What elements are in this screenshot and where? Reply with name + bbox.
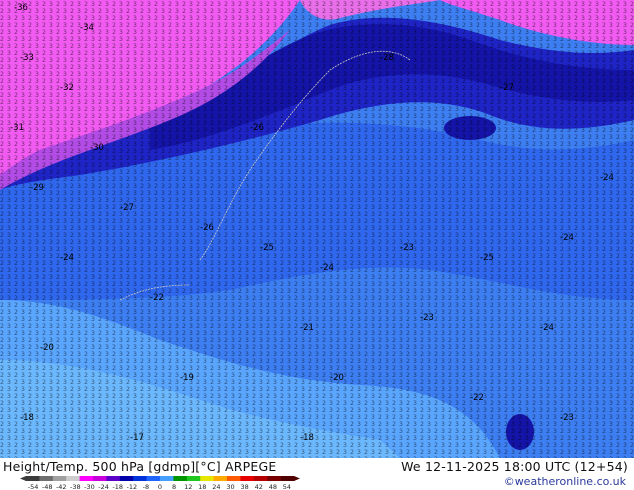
scale-tick-label: -24 [98,483,109,490]
contour-label: -24 [320,263,334,273]
scale-tick-label: 38 [240,483,248,490]
contour-label: -25 [480,253,494,263]
contour-label: -26 [200,223,214,233]
scale-swatch [26,476,40,481]
contour-label: -29 [30,183,44,193]
scale-tick-label: 54 [283,483,291,490]
scale-swatch [186,476,201,481]
scale-swatch [213,476,228,481]
scale-tick-label: -30 [84,483,95,490]
contour-label: -23 [420,313,434,323]
scale-swatch [267,476,281,481]
scale-arrow-left [20,476,26,481]
contour-label: -23 [400,243,414,253]
contour-label: -24 [540,323,554,333]
contour-label: -22 [470,393,484,403]
contour-label: -30 [90,143,104,153]
contour-labels-layer [0,0,634,458]
scale-tick-label: 8 [172,483,176,490]
map-footer: Height/Temp. 500 hPa [gdmp][°C] ARPEGE W… [0,458,634,490]
contour-label: -26 [250,123,264,133]
contour-label: -36 [14,3,28,13]
scale-swatch [93,476,107,481]
scale-tick-label: 18 [198,483,206,490]
scale-tick-label: -8 [143,483,149,490]
contour-label: -25 [260,243,274,253]
scale-swatch [280,476,295,481]
scale-swatch [146,476,161,481]
contour-label: -20 [330,373,344,383]
weather-map: 2 3 -36-34-33-32-31-30-29-27-26-25-24-23… [0,0,634,458]
scale-arrow-right [294,476,300,481]
scale-swatch [200,476,214,481]
color-scale-legend: -54 -48 -42 -38 -30 -24 -18 -12 -8 0 8 12 18 24 30 38 42… [20,476,300,490]
contour-label: -33 [20,53,34,63]
contour-label: -21 [300,323,314,333]
contour-label: -31 [10,123,24,133]
scale-tick-label: 24 [212,483,220,490]
contour-label: -18 [20,413,34,423]
scale-swatch [106,476,121,481]
scale-swatch [173,476,188,481]
contour-label: -23 [560,413,574,423]
temperature-field: 2 3 -36-34-33-32-31-30-29-27-26-25-24-23… [0,0,634,458]
scale-tick-label: 12 [184,483,192,490]
scale-tick-label: 0 [158,483,162,490]
scale-swatch [133,476,147,481]
scale-tick-label: 48 [269,483,277,490]
scale-tick-label: -12 [126,483,137,490]
contour-label: -32 [60,83,74,93]
contour-label: -27 [500,83,514,93]
scale-swatch [39,476,54,481]
scale-tick-label: -18 [112,483,123,490]
credit-text: ©weatheronline.co.uk [503,475,626,488]
scale-tick-label: -42 [56,483,67,490]
contour-label: -24 [600,173,614,183]
scale-swatch [119,476,134,481]
scale-tick-label: -38 [70,483,81,490]
contour-label: -34 [80,23,94,33]
scale-tick-label: -54 [28,483,39,490]
scale-swatch [79,476,94,481]
contour-label: -24 [60,253,74,263]
map-title: Height/Temp. 500 hPa [gdmp][°C] ARPEGE [3,459,277,474]
scale-swatch [160,476,174,481]
scale-swatch [66,476,80,481]
contour-label: -19 [180,373,194,383]
contour-label: -18 [300,433,314,443]
contour-label: -22 [150,293,164,303]
contour-label: -20 [40,343,54,353]
scale-tick-label: 30 [226,483,234,490]
contour-label: -28 [380,53,394,63]
contour-label: -27 [120,203,134,213]
scale-swatch [227,476,241,481]
scale-tick-label: -48 [42,483,53,490]
contour-label: -24 [560,233,574,243]
scale-swatch [52,476,67,481]
scale-swatch [240,476,255,481]
scale-tick-label: 42 [255,483,263,490]
contour-label: -17 [130,433,144,443]
valid-time: We 12-11-2025 18:00 UTC (12+54) [401,459,628,474]
scale-swatch [253,476,268,481]
